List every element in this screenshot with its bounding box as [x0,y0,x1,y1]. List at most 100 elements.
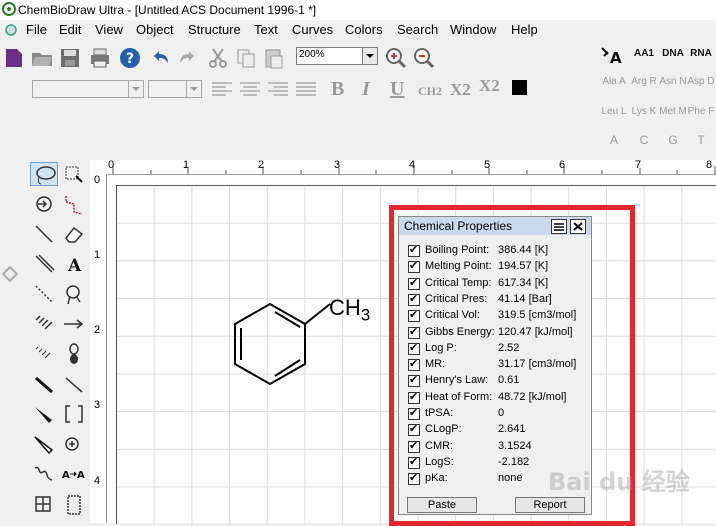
close-icon[interactable] [570,219,586,234]
lys-button[interactable]: Lys K [629,106,659,117]
property-checkbox[interactable] [408,439,420,453]
menu-file[interactable]: File [26,22,47,37]
hashed-wedge-tool[interactable] [30,342,58,366]
leu-button[interactable]: Leu L [599,106,629,117]
new-document-icon[interactable] [2,46,26,70]
pen-tool[interactable] [60,282,88,306]
wavy-bond-tool[interactable] [30,462,58,486]
double-bond-tool[interactable] [30,252,58,276]
base-a-button[interactable]: A [599,134,629,146]
charge-tool[interactable] [60,432,88,456]
property-checkbox[interactable] [408,325,420,339]
superscript-button[interactable]: X2 [479,76,500,96]
mechanism-tool[interactable]: AA [60,462,88,486]
document-icon[interactable] [4,23,18,37]
paste-button[interactable]: Paste [407,497,477,513]
report-button[interactable]: Report [515,497,585,513]
property-checkbox[interactable] [408,455,420,469]
property-checkbox[interactable] [408,373,420,388]
zoom-select[interactable]: 200% [296,47,378,65]
open-icon[interactable] [30,46,54,70]
property-checkbox[interactable] [408,422,420,437]
property-checkbox[interactable] [408,276,420,290]
table-tool[interactable] [30,492,58,516]
orbital-tool[interactable] [60,342,88,366]
aa1-button[interactable]: AA1 [629,48,659,59]
redo-icon[interactable] [176,46,200,70]
dna-button[interactable]: DNA [658,48,688,59]
italic-button[interactable]: I [362,78,370,101]
menu-icon[interactable] [551,219,567,234]
print-icon[interactable] [88,46,112,70]
hashed-bond-tool[interactable] [30,312,58,336]
menu-search[interactable]: Search [397,22,438,37]
bold-button[interactable]: B [331,78,344,101]
menu-text[interactable]: Text [254,22,278,37]
menu-structure[interactable]: Structure [188,22,241,37]
help-icon[interactable]: ? [118,46,142,70]
underline-button[interactable]: U [390,78,404,101]
rotate-tool[interactable] [30,192,58,216]
menu-object[interactable]: Object [136,22,174,37]
base-c-button[interactable]: C [629,134,659,146]
single-bond-tool[interactable] [30,222,58,246]
chain-tool[interactable] [60,192,88,216]
eraser-tool[interactable] [60,222,88,246]
rna-button[interactable]: RNA [686,48,716,59]
property-checkbox[interactable] [408,341,420,355]
text-style-icon[interactable]: A [600,46,626,66]
property-checkbox[interactable] [408,406,420,420]
property-checkbox[interactable] [408,259,420,274]
font-select[interactable] [32,80,144,98]
zoom-out-icon[interactable] [412,46,436,70]
lasso-tool[interactable] [30,162,58,186]
property-checkbox[interactable] [408,357,420,372]
chevron-down-icon[interactable] [186,81,201,97]
menu-curves[interactable]: Curves [292,22,333,37]
menu-window[interactable]: Window [450,22,496,37]
toluene-molecule[interactable] [230,290,400,400]
marquee-tool[interactable] [60,162,88,186]
property-checkbox[interactable] [408,292,420,306]
wedge-bond-tool[interactable] [30,402,58,426]
paste-icon[interactable] [262,46,286,70]
save-icon[interactable] [58,46,82,70]
color-swatch[interactable] [512,80,527,95]
ala-button[interactable]: Ala A [599,76,629,87]
menu-help[interactable]: Help [511,22,538,37]
text-tool[interactable]: A [60,252,88,276]
wedge-hollow-tool[interactable] [30,432,58,456]
bracket-tool[interactable] [60,402,88,426]
menu-view[interactable]: View [95,22,123,37]
undo-icon[interactable] [148,46,172,70]
svg-text:?: ? [126,51,134,67]
asp-button[interactable]: Asp D [686,76,716,87]
menu-colors[interactable]: Colors [345,22,383,37]
bold-bond-tool[interactable] [30,372,58,396]
font-size-select[interactable] [148,80,202,98]
chevron-down-icon[interactable] [128,81,143,97]
dashed-bond-tool[interactable] [30,282,58,306]
base-g-button[interactable]: G [658,134,688,146]
arg-button[interactable]: Arg R [629,76,659,87]
cut-icon[interactable] [206,46,230,70]
property-checkbox[interactable] [408,308,420,323]
copy-icon[interactable] [234,46,258,70]
chevron-down-icon[interactable] [362,48,377,64]
line-tool[interactable] [60,372,88,396]
phe-button[interactable]: Phe F [686,106,716,117]
menu-edit[interactable]: Edit [59,22,81,37]
property-checkbox[interactable] [408,243,420,257]
property-checkbox[interactable] [408,390,420,404]
subscript-button[interactable]: X2 [450,80,471,100]
alignment-icons[interactable] [210,80,320,98]
property-checkbox[interactable] [408,471,420,486]
arrow-tool[interactable] [60,312,88,336]
zoom-in-icon[interactable] [384,46,408,70]
met-button[interactable]: Met M [658,106,688,117]
asn-button[interactable]: Asn N [658,76,688,87]
diamond-icon[interactable] [2,266,18,282]
template-tool[interactable] [60,492,88,516]
formula-button[interactable]: CH2 [418,84,442,99]
base-t-button[interactable]: T [686,134,716,146]
